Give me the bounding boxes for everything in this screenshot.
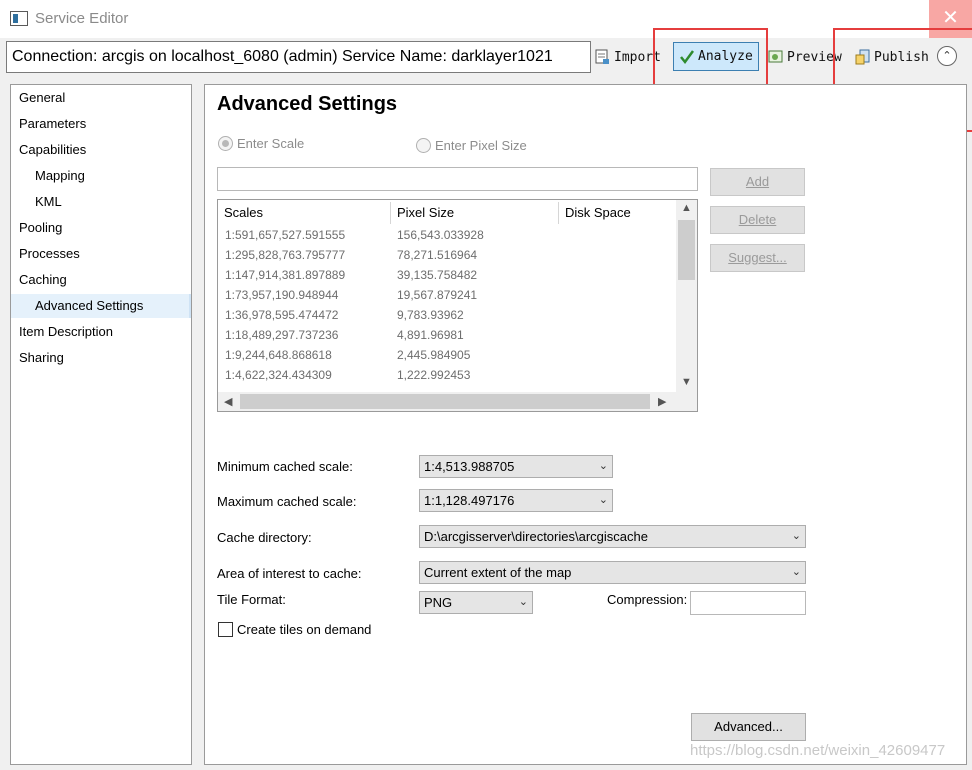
- table-cell-pixel[interactable]: 2,445.984905: [397, 348, 470, 362]
- table-cell-scale[interactable]: 1:73,957,190.948944: [225, 288, 338, 302]
- table-cell-pixel[interactable]: 1,222.992453: [397, 368, 470, 382]
- enter-pixel-size-label: Enter Pixel Size: [435, 138, 527, 153]
- sidebar-item-pooling[interactable]: Pooling: [11, 216, 191, 240]
- preview-icon: [768, 49, 784, 65]
- connection-text: Connection: arcgis on localhost_6080 (ad…: [12, 48, 553, 65]
- table-cell-scale[interactable]: 1:4,622,324.434309: [225, 368, 332, 382]
- content-panel: Advanced Settings Enter Scale Enter Pixe…: [204, 84, 967, 765]
- table-cell-scale[interactable]: 1:9,244,648.868618: [225, 348, 332, 362]
- column-header-scales[interactable]: Scales: [218, 200, 390, 226]
- import-button[interactable]: Import: [595, 44, 661, 70]
- cache-directory-select[interactable]: D:\arcgisserver\directories\arcgiscache …: [419, 525, 806, 548]
- table-cell-scale[interactable]: 1:36,978,595.474472: [225, 308, 338, 322]
- table-cell-scale[interactable]: 1:147,914,381.897889: [225, 268, 345, 282]
- cache-directory-label: Cache directory:: [217, 530, 312, 545]
- max-scale-select[interactable]: 1:1,128.497176 ⌄: [419, 489, 613, 512]
- import-icon: [595, 49, 611, 65]
- area-of-interest-value: Current extent of the map: [424, 565, 572, 580]
- sidebar-item-mapping[interactable]: Mapping: [11, 164, 191, 188]
- horizontal-scroll-thumb[interactable]: [240, 394, 650, 409]
- scroll-down-icon[interactable]: ▼: [681, 376, 692, 388]
- sidebar-nav: General Parameters Capabilities Mapping …: [10, 84, 192, 765]
- vertical-scroll-thumb[interactable]: [678, 220, 695, 280]
- advanced-button[interactable]: Advanced...: [691, 713, 806, 741]
- compression-input[interactable]: [690, 591, 806, 615]
- table-cell-pixel[interactable]: 4,891.96981: [397, 328, 464, 342]
- chevron-down-icon: ⌄: [791, 530, 801, 542]
- tile-format-label: Tile Format:: [217, 592, 286, 607]
- connection-field: Connection: arcgis on localhost_6080 (ad…: [6, 41, 591, 73]
- sidebar-item-parameters[interactable]: Parameters: [11, 112, 191, 136]
- page-title: Advanced Settings: [217, 93, 398, 115]
- sidebar-item-sharing[interactable]: Sharing: [11, 346, 191, 370]
- area-of-interest-label: Area of interest to cache:: [217, 566, 362, 581]
- table-cell-scale[interactable]: 1:295,828,763.795777: [225, 248, 345, 262]
- column-header-pixel-size[interactable]: Pixel Size: [391, 200, 558, 226]
- sidebar-item-general[interactable]: General: [11, 86, 191, 110]
- scale-input[interactable]: [217, 167, 698, 191]
- chevron-down-icon: ⌄: [791, 566, 801, 578]
- horizontal-scrollbar[interactable]: ◀ ▶: [218, 392, 697, 411]
- scroll-right-icon[interactable]: ▶: [658, 395, 666, 408]
- compression-label: Compression:: [607, 592, 688, 607]
- table-cell-pixel[interactable]: 19,567.879241: [397, 288, 477, 302]
- chevron-down-icon: ⌄: [598, 460, 608, 472]
- min-scale-select[interactable]: 1:4,513.988705 ⌄: [419, 455, 613, 478]
- tile-format-value: PNG: [424, 595, 453, 610]
- add-button[interactable]: Add: [710, 168, 805, 196]
- scroll-up-icon[interactable]: ▲: [681, 202, 692, 214]
- enter-pixel-size-radio[interactable]: [416, 138, 431, 153]
- sidebar-item-processes[interactable]: Processes: [11, 242, 191, 266]
- sidebar-item-advanced-settings[interactable]: Advanced Settings: [11, 294, 191, 318]
- window-title: Service Editor: [35, 10, 129, 27]
- suggest-button[interactable]: Suggest...: [710, 244, 805, 272]
- chevron-down-icon: ⌄: [598, 494, 608, 506]
- sidebar-item-kml[interactable]: KML: [11, 190, 191, 214]
- create-tiles-label: Create tiles on demand: [237, 622, 372, 637]
- table-cell-scale[interactable]: 1:18,489,297.737236: [225, 328, 338, 342]
- column-header-disk-space[interactable]: Disk Space: [559, 200, 676, 226]
- sidebar-item-capabilities[interactable]: Capabilities: [11, 138, 191, 162]
- min-scale-label: Minimum cached scale:: [217, 459, 353, 474]
- table-cell-pixel[interactable]: 39,135.758482: [397, 268, 477, 282]
- preview-button[interactable]: Preview: [768, 44, 842, 70]
- table-cell-pixel[interactable]: 78,271.516964: [397, 248, 477, 262]
- enter-scale-label: Enter Scale: [237, 136, 305, 151]
- min-scale-value: 1:4,513.988705: [424, 459, 515, 474]
- table-cell-scale[interactable]: 1:591,657,527.591555: [225, 228, 345, 242]
- create-tiles-checkbox[interactable]: [218, 622, 233, 637]
- table-cell-pixel[interactable]: 9,783.93962: [397, 308, 464, 322]
- vertical-scrollbar[interactable]: ▲ ▼: [676, 200, 697, 392]
- sidebar-item-item-description[interactable]: Item Description: [11, 320, 191, 344]
- table-cell-pixel[interactable]: 156,543.033928: [397, 228, 484, 242]
- scroll-left-icon[interactable]: ◀: [224, 395, 232, 408]
- tile-format-select[interactable]: PNG ⌄: [419, 591, 533, 614]
- scale-table[interactable]: Scales Pixel Size Disk Space 1:591,657,5…: [217, 199, 698, 412]
- title-bar: Service Editor ✕: [0, 0, 972, 38]
- watermark-text: https://blog.csdn.net/weixin_42609477: [690, 742, 946, 759]
- enter-scale-radio[interactable]: [218, 136, 233, 151]
- area-of-interest-select[interactable]: Current extent of the map ⌄: [419, 561, 806, 584]
- chevron-down-icon: ⌄: [518, 596, 528, 608]
- sidebar-item-caching[interactable]: Caching: [11, 268, 191, 292]
- max-scale-label: Maximum cached scale:: [217, 494, 357, 509]
- cache-directory-value: D:\arcgisserver\directories\arcgiscache: [424, 529, 648, 544]
- app-icon: [10, 11, 28, 26]
- delete-button[interactable]: Delete: [710, 206, 805, 234]
- max-scale-value: 1:1,128.497176: [424, 493, 515, 508]
